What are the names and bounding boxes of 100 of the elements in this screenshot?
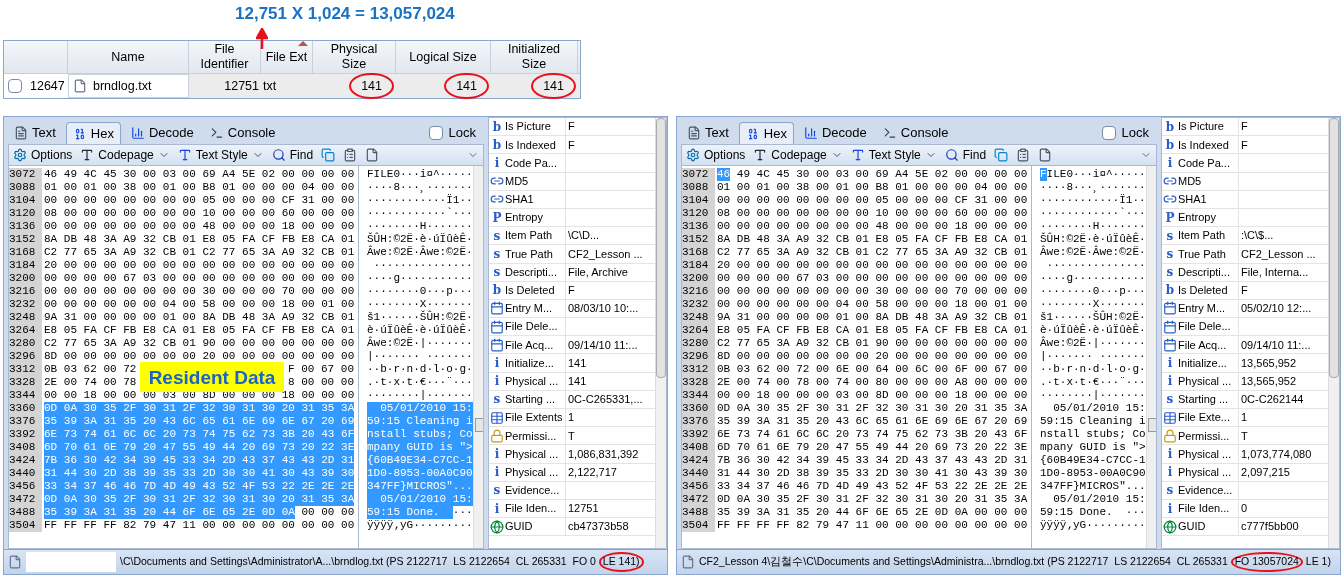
hex-bytes: 00 00 00 00 00 00 00 00 48 00 00 00 18 00 00 00 xyxy=(44,220,355,233)
ascii-text: ··b·r·n·d·l·o·g· xyxy=(1040,363,1146,376)
checkbox[interactable] xyxy=(1101,126,1116,140)
lock-checkbox[interactable]: Lock xyxy=(428,122,484,144)
hex-bytes: E8 05 FA CF FB E8 CA 01 E8 05 FA CF FB E8 CA 01 xyxy=(717,324,1028,337)
tab[interactable]: Console xyxy=(876,122,955,144)
type-glyph: P xyxy=(1165,211,1175,224)
document-icon xyxy=(14,126,28,140)
annotation-arrow xyxy=(256,28,268,49)
toolbar-button[interactable]: Find xyxy=(271,146,314,164)
toolbar-button[interactable]: Find xyxy=(944,146,987,164)
lock-checkbox[interactable]: Lock xyxy=(1101,122,1157,144)
hex-bytes: 00 00 00 00 00 00 00 00 05 00 00 00 CF 31 00 00 xyxy=(44,194,355,207)
toolbar-button[interactable]: Options xyxy=(686,146,746,164)
hex-bytes: 31 44 30 2D 38 39 35 33 2D 30 30 41 30 43 39 30 xyxy=(717,467,1028,480)
offset-label: 3376 xyxy=(9,415,42,428)
calendar-icon xyxy=(490,337,504,352)
property-name: Physical ... xyxy=(505,464,560,480)
calendar-icon xyxy=(1163,301,1177,316)
property-name: Item Path xyxy=(1178,228,1227,244)
property-value: \C\D... xyxy=(567,228,600,244)
toolbar-button[interactable]: Text Style xyxy=(850,146,937,164)
offset-label: 3424 xyxy=(682,454,715,467)
offset-label: 3328 xyxy=(682,376,715,389)
offset-label: 3072 xyxy=(9,168,42,181)
ascii-text: 347FF}MICROS"... xyxy=(367,480,473,493)
tab[interactable]: Hex xyxy=(738,122,794,144)
table-cell-text: 12751 xyxy=(224,77,259,95)
ascii-text: {60B49E34-C7CC-1 xyxy=(1040,454,1146,467)
copy-icon[interactable] xyxy=(994,148,1009,162)
ascii-text: š1······ŠÛH:©2Ë· xyxy=(367,311,473,323)
offset-label: 3104 xyxy=(9,194,42,207)
copy-icon[interactable] xyxy=(321,148,336,162)
property-value: T xyxy=(1240,428,1248,444)
offset-label: 3216 xyxy=(9,285,42,298)
property-name: Is Deleted xyxy=(505,283,556,299)
page-icon[interactable] xyxy=(1038,148,1053,162)
calendar-icon xyxy=(1163,319,1177,334)
ascii-text: ········X······· xyxy=(1040,298,1146,310)
hex-bytes: 0B 03 62 00 72 00 6E 00 64 00 6C 00 6F 00 67 00 xyxy=(717,363,1028,376)
hex-bytes: 0D 0A 30 35 2F 30 31 2F 32 30 31 30 20 31 35 3A xyxy=(717,402,1028,415)
property-name: File Iden... xyxy=(1178,501,1231,517)
ascii-text: ············Ï1·· xyxy=(367,194,473,207)
ascii-text: 59:15 Done. ··· xyxy=(1040,506,1146,519)
sort-indicator-icon xyxy=(298,41,308,46)
tab[interactable]: Decode xyxy=(797,122,873,144)
resident-data-label: Resident Data xyxy=(140,362,284,392)
hex-bytes: 6D 70 61 6E 79 20 47 55 49 44 20 69 73 20 22 3E xyxy=(44,441,355,454)
scrollbar[interactable] xyxy=(472,166,483,548)
checkbox[interactable] xyxy=(428,126,443,140)
tab[interactable]: Console xyxy=(203,122,282,144)
hex-bytes: 00 00 00 00 00 00 00 00 30 00 00 00 70 00 00 00 xyxy=(717,285,1028,298)
property-name: Code Pa... xyxy=(505,155,558,171)
ascii-text: ··b·r·n·d·l·o·g· xyxy=(367,363,473,376)
toolbar-button[interactable]: Text Style xyxy=(177,146,264,164)
tab[interactable]: Decode xyxy=(124,122,200,144)
hex-bytes: FF FF FF FF 82 79 47 11 00 00 00 00 00 00 00 00 xyxy=(44,519,355,532)
ascii-text: ····g··········· xyxy=(367,272,473,285)
property-name: Physical ... xyxy=(1178,446,1233,462)
offset-label: 3120 xyxy=(682,207,715,220)
property-value: 13,565,952 xyxy=(1240,373,1297,389)
hex-bytes: 8A DB 48 3A A9 32 CB 01 E8 05 FA CF FB E8 CA 01 xyxy=(717,233,1028,246)
ascii-text: ··············· xyxy=(372,259,473,272)
hex-bytes: 6E 73 74 61 6C 6C 20 73 74 75 62 73 3B 20 43 6F xyxy=(44,428,355,441)
type-glyph: i xyxy=(1167,502,1173,515)
ascii-text: 05/01/2010 15: xyxy=(367,402,473,415)
status-text: LE 1) xyxy=(1304,554,1331,570)
property-value: F xyxy=(1240,119,1248,135)
toolbar-button[interactable]: Options xyxy=(13,146,73,164)
table-cell-text: txt xyxy=(263,77,277,95)
offset-label: 3232 xyxy=(682,298,715,311)
toolbar-button[interactable]: Codepage xyxy=(80,146,170,164)
tab[interactable]: Text xyxy=(8,122,62,144)
column-header[interactable]: Name xyxy=(68,41,189,73)
hex-bytes: 08 00 00 00 00 00 00 00 10 00 00 00 60 00 00 00 xyxy=(717,207,1028,220)
page-icon[interactable] xyxy=(365,148,380,162)
type-glyph: b xyxy=(1165,138,1175,151)
property-value: cb47373b58 xyxy=(567,519,629,535)
property-name: Evidence... xyxy=(505,483,561,499)
column-header[interactable]: Physical Size xyxy=(313,41,396,73)
property-name: Physical ... xyxy=(505,373,560,389)
scrollbar[interactable] xyxy=(1145,166,1156,548)
property-value: 0 xyxy=(1240,501,1248,517)
row-checkbox[interactable] xyxy=(8,79,22,93)
offset-label: 3088 xyxy=(9,181,42,194)
hex-bytes: 33 34 37 46 46 7D 4D 49 43 52 4F 53 22 2E 2E 2E xyxy=(44,480,355,493)
property-value: 0C-C265331,... xyxy=(567,392,643,408)
property-value: CF2_Lesson ... xyxy=(567,246,643,262)
property-name: File Acq... xyxy=(505,337,555,353)
column-header[interactable]: Logical Size xyxy=(396,41,491,73)
scrollbar[interactable] xyxy=(1328,118,1339,548)
property-name: File Exte... xyxy=(1178,410,1231,426)
tab[interactable]: Hex xyxy=(65,122,121,144)
tab[interactable]: Text xyxy=(681,122,735,144)
ascii-text: ········H······· xyxy=(1040,220,1146,232)
offset-label: 3392 xyxy=(9,428,42,441)
scrollbar[interactable] xyxy=(655,118,666,548)
toolbar-button[interactable]: Codepage xyxy=(753,146,843,164)
column-header[interactable]: Initialized Size xyxy=(491,41,578,73)
offset-label: 3504 xyxy=(682,519,715,532)
